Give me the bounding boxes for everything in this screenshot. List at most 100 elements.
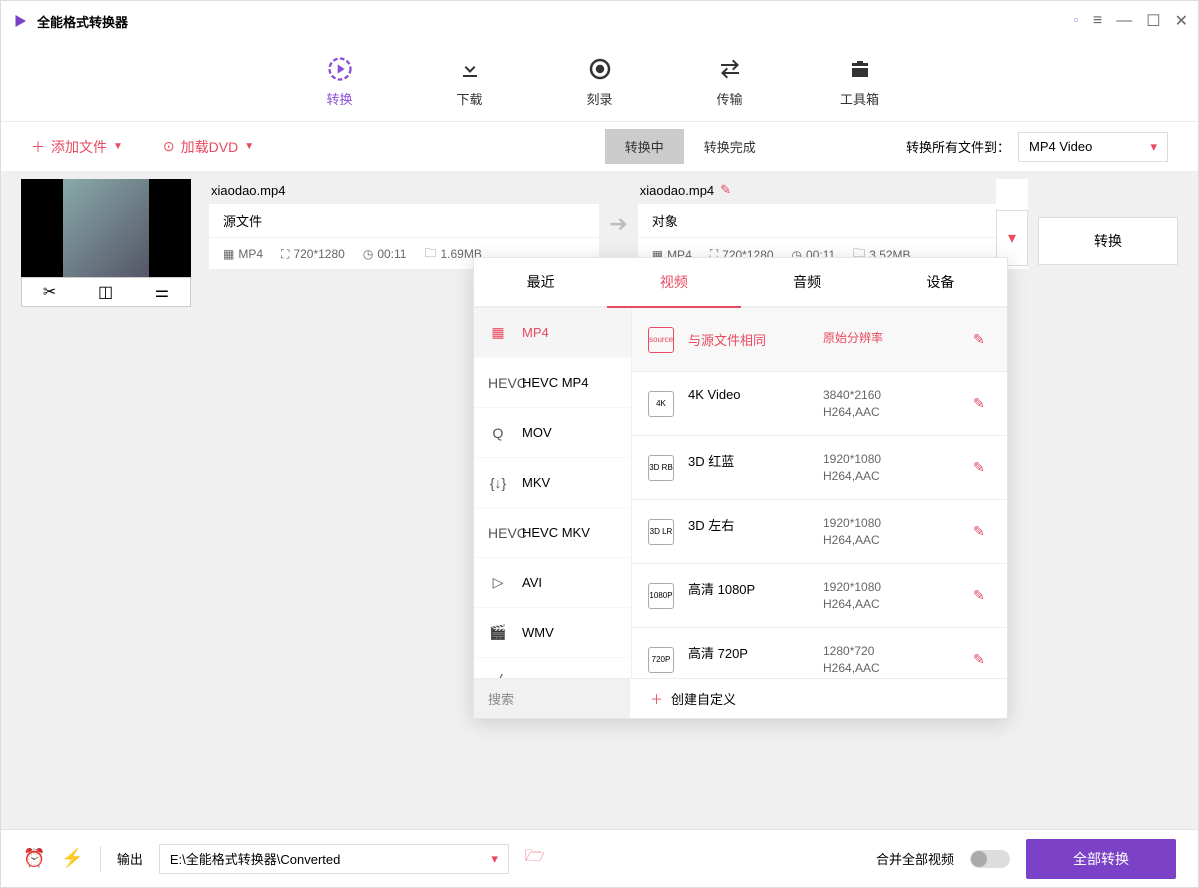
convert-all-label: 转换所有文件到： [906,137,1010,156]
convert-button[interactable]: 转换 [1038,217,1178,265]
folder-icon[interactable]: 🗁 [525,845,545,872]
edit-icon[interactable]: ✎ [973,331,991,348]
preset-item[interactable]: 720P高清 720P1280*720H264,AAC✎ [632,628,1007,678]
close-icon[interactable]: ✕ [1175,11,1188,31]
preset-spec: 原始分辨率 [823,330,883,349]
format-icon: 🎬 [488,624,508,641]
fp-tab-device[interactable]: 设备 [874,258,1007,306]
preset-name: 高清 720P [688,643,823,677]
preset-spec: 3840*2160H264,AAC [823,387,881,421]
preset-name: 3D 红蓝 [688,451,823,485]
chevron-down-icon: ▼ [244,141,254,152]
output-path-input[interactable] [170,851,491,866]
minimize-icon[interactable]: — [1116,12,1132,30]
app-title: 全能格式转换器 [37,12,128,31]
target-filename: xiaodao.mp4 [640,183,714,198]
fp-tab-recent[interactable]: 最近 [474,258,607,306]
preset-icon: 4K [648,391,674,417]
format-icon: ▦ [488,324,508,341]
merge-label: 合并全部视频 [876,849,954,868]
preset-name: 3D 左右 [688,515,823,549]
target-section: 对象 [638,204,996,238]
clock-icon[interactable]: ⏰ [23,848,45,869]
source-section: 源文件 [209,204,599,238]
format-icon: {↓} [488,475,508,491]
source-card: xiaodao.mp4 源文件 ▦ MP4 ⛶ 720*1280 ◷ 00:11… [209,180,599,269]
preset-icon: 3D LR [648,519,674,545]
tab-download[interactable]: 下载 [440,55,500,108]
output-path-select[interactable]: ▾ [159,844,509,874]
preset-spec: 1920*1080H264,AAC [823,579,881,613]
preset-icon: 1080P [648,583,674,609]
seg-converting[interactable]: 转换中 [605,129,684,164]
preset-item[interactable]: source 与源文件相同原始分辨率 ✎ [632,308,1007,372]
format-item-m4v[interactable]: ╱M4V [474,658,631,678]
video-thumbnail[interactable] [21,179,191,277]
file-list: ✂ ◫ ⚌ xiaodao.mp4 源文件 ▦ MP4 ⛶ 720*1280 ◷… [1,171,1198,829]
adjust-icon[interactable]: ⚌ [155,282,169,302]
tab-burn[interactable]: 刻录 [570,55,630,108]
format-item-mp4[interactable]: ▦MP4 [474,308,631,358]
load-dvd-button[interactable]: ⊙ 加载DVD ▼ [163,137,254,157]
arrow-icon: ➔ [609,211,627,237]
target-card: xiaodao.mp4 ✎ 对象 ▦ MP4 ⛶ 720*1280 ◷ 00:1… [638,179,1028,269]
source-duration: ◷ 00:11 [363,247,407,261]
format-list: ▦MP4HEVCHEVC MP4QMOV{↓}MKVHEVCHEVC MKV▷A… [474,308,632,678]
edit-icon[interactable]: ✎ [973,523,991,540]
preset-name: 与源文件相同 [688,330,823,349]
tab-transfer[interactable]: 传输 [700,55,760,108]
fp-tab-video[interactable]: 视频 [607,258,740,306]
bottom-bar: ⏰ ⚡ 输出 ▾ 🗁 合并全部视频 全部转换 [1,829,1198,887]
cut-icon[interactable]: ✂ [43,282,56,302]
merge-toggle[interactable] [970,850,1010,868]
format-item-hevc-mp4[interactable]: HEVCHEVC MP4 [474,358,631,408]
format-item-wmv[interactable]: 🎬WMV [474,608,631,658]
chevron-down-icon: ▼ [113,141,123,152]
format-icon: Q [488,425,508,441]
format-panel: 最近 视频 音频 设备 ▦MP4HEVCHEVC MP4QMOV{↓}MKVHE… [473,257,1008,719]
menu-icon[interactable]: ≡ [1093,12,1102,30]
crop-icon[interactable]: ◫ [98,282,113,302]
source-res: ⛶ 720*1280 [281,247,345,262]
format-item-avi[interactable]: ▷AVI [474,558,631,608]
main-tabs: 转换 下载 刻录 传输 工具箱 [1,41,1198,121]
preset-icon: 3D RB [648,455,674,481]
speed-icon[interactable]: ⚡ [61,848,83,869]
chevron-down-icon: ▾ [491,851,498,867]
user-icon[interactable]: ◦ [1073,12,1079,30]
maximize-icon[interactable]: ☐ [1146,11,1160,31]
edit-icon[interactable]: ✎ [973,395,991,412]
edit-icon[interactable]: ✎ [973,459,991,476]
preset-spec: 1280*720H264,AAC [823,643,880,677]
format-item-hevc-mkv[interactable]: HEVCHEVC MKV [474,508,631,558]
preset-item[interactable]: 3D LR 3D 左右1920*1080H264,AAC ✎ [632,500,1007,564]
format-icon: HEVC [488,525,508,541]
edit-icon[interactable]: ✎ [720,182,731,198]
format-icon: HEVC [488,375,508,391]
source-filename: xiaodao.mp4 [209,180,599,204]
preset-item[interactable]: 1080P 高清 1080P1920*1080H264,AAC ✎ [632,564,1007,628]
plus-icon: ＋ [650,689,663,708]
format-select[interactable]: MP4 Video ▾ [1018,132,1168,162]
edit-icon[interactable]: ✎ [973,587,991,604]
format-search-input[interactable]: 搜索 [474,679,630,718]
app-icon [11,12,29,30]
preset-spec: 1920*1080H264,AAC [823,515,881,549]
titlebar: 全能格式转换器 ◦ ≡ — ☐ ✕ [1,1,1198,41]
preset-spec: 1920*1080H264,AAC [823,451,881,485]
preset-item[interactable]: 4K4K Video3840*2160H264,AAC✎ [632,372,1007,436]
create-custom-button[interactable]: ＋ 创建自定义 [630,679,1007,718]
convert-all-button[interactable]: 全部转换 [1026,839,1176,879]
format-item-mkv[interactable]: {↓}MKV [474,458,631,508]
source-format: ▦ MP4 [223,247,263,261]
seg-done[interactable]: 转换完成 [684,129,776,164]
format-item-mov[interactable]: QMOV [474,408,631,458]
preset-name: 高清 1080P [688,579,823,613]
tab-toolbox[interactable]: 工具箱 [830,55,890,108]
disc-icon: ⊙ [163,138,175,155]
preset-item[interactable]: 3D RB 3D 红蓝1920*1080H264,AAC ✎ [632,436,1007,500]
fp-tab-audio[interactable]: 音频 [741,258,874,306]
preset-icon: source [648,327,674,353]
edit-icon[interactable]: ✎ [973,651,991,668]
add-file-button[interactable]: ＋ 添加文件 ▼ [31,137,123,157]
